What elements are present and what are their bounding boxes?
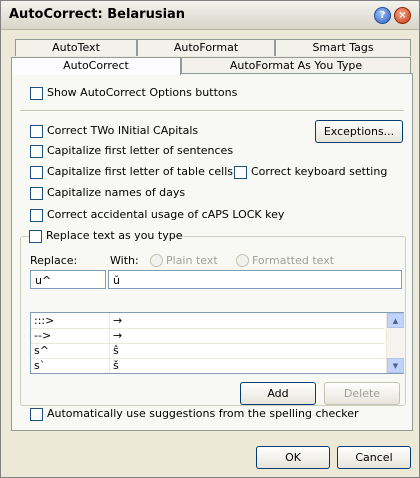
checkbox-box (234, 166, 247, 179)
scroll-up-icon[interactable]: ▲ (387, 313, 404, 328)
autocorrect-dialog: AutoCorrect: Belarusian ? × AutoText Aut… (0, 0, 420, 478)
scroll-down-icon[interactable]: ▼ (387, 358, 404, 373)
column-divider (109, 358, 110, 373)
window-title: AutoCorrect: Belarusian (9, 7, 186, 22)
column-divider (109, 313, 110, 328)
replace-text-checkbox[interactable]: Replace text as you type (29, 229, 182, 243)
tab-autotext[interactable]: AutoText (15, 39, 137, 56)
checkbox-label: Correct keyboard setting (251, 165, 388, 178)
autocorrect-panel: Show AutoCorrect Options buttons Correct… (11, 73, 413, 431)
delete-button[interactable]: Delete (324, 382, 400, 405)
with-cell: → (113, 314, 123, 327)
replace-cell: :::> (34, 314, 55, 327)
with-cell: š (113, 359, 119, 372)
replace-cell: --> (34, 329, 52, 342)
tab-autocorrect[interactable]: AutoCorrect (11, 57, 181, 75)
vertical-scrollbar[interactable]: ▲ ▼ (386, 313, 404, 373)
add-button[interactable]: Add (240, 382, 316, 405)
separator (20, 110, 404, 112)
plain-text-radio[interactable] (150, 254, 163, 267)
close-icon[interactable]: × (394, 7, 411, 24)
list-item[interactable]: --> → (31, 328, 385, 344)
exceptions-button[interactable]: Exceptions... (315, 120, 403, 143)
replace-cell: s^ (34, 344, 49, 357)
cancel-button[interactable]: Cancel (337, 446, 411, 469)
column-divider (109, 343, 110, 358)
replace-input[interactable]: u^ (30, 270, 106, 289)
with-input[interactable]: ŭ (108, 270, 402, 289)
with-cell: ŝ (113, 344, 119, 357)
title-bar: AutoCorrect: Belarusian ? × (1, 1, 419, 30)
checkbox-box (30, 408, 43, 421)
plain-text-label: Plain text (166, 254, 218, 267)
replacement-list[interactable]: :::> → --> → s^ ŝ s` š ▲ ▼ (30, 312, 404, 374)
checkbox-box (30, 145, 43, 158)
checkbox-box (30, 166, 43, 179)
checkbox-box (30, 87, 43, 100)
replace-cell: s` (34, 359, 46, 372)
checkbox-box (29, 230, 42, 243)
list-item[interactable]: :::> → (31, 313, 385, 329)
help-icon[interactable]: ? (374, 7, 391, 24)
list-item[interactable]: s` š (31, 358, 385, 373)
checkbox-label: Capitalize first letter of table cells (47, 165, 234, 178)
checkbox-box (30, 125, 43, 138)
with-label: With: (110, 254, 139, 267)
checkbox-label: Correct TWo INitial CApitals (47, 124, 199, 137)
checkbox-label: Capitalize names of days (47, 186, 186, 199)
checkbox-label: Show AutoCorrect Options buttons (47, 86, 238, 99)
formatted-text-radio[interactable] (236, 254, 249, 267)
checkbox-box (30, 209, 43, 222)
tab-smart-tags[interactable]: Smart Tags (275, 39, 411, 56)
checkbox-label: Automatically use suggestions from the s… (47, 407, 359, 420)
list-item[interactable]: s^ ŝ (31, 343, 385, 359)
checkbox-label: Correct accidental usage of cAPS LOCK ke… (47, 208, 285, 221)
checkbox-label: Capitalize first letter of sentences (47, 144, 234, 157)
replace-label: Replace: (30, 254, 78, 267)
tab-autoformat-as-you-type[interactable]: AutoFormat As You Type (181, 57, 411, 74)
column-divider (109, 328, 110, 343)
ok-button[interactable]: OK (256, 446, 330, 469)
checkbox-box (30, 187, 43, 200)
with-cell: → (113, 329, 123, 342)
checkbox-label: Replace text as you type (46, 229, 183, 242)
tab-autoformat[interactable]: AutoFormat (137, 39, 275, 56)
formatted-text-label: Formatted text (252, 254, 335, 267)
